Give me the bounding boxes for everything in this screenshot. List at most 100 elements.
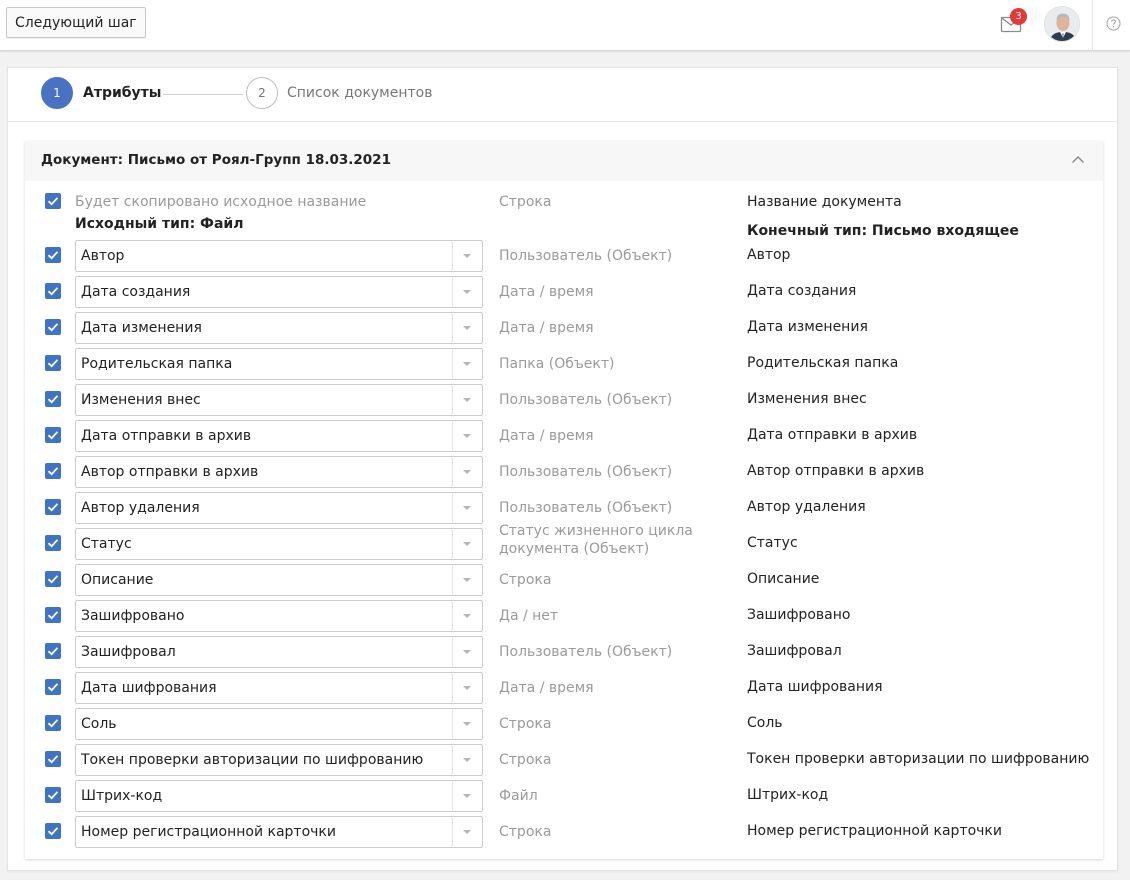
row-checkbox[interactable] <box>45 823 61 839</box>
select-value: Автор отправки в архив <box>81 464 259 480</box>
next-step-button[interactable]: Следующий шаг <box>6 7 146 38</box>
panel-header[interactable]: Документ: Письмо от Роял-Групп 18.03.202… <box>25 141 1103 181</box>
chevron-down-icon[interactable] <box>463 578 471 582</box>
chevron-down-icon[interactable] <box>463 722 471 726</box>
source-attribute-select[interactable]: Зашифровано <box>75 600 483 632</box>
document-title: Документ: Письмо от Роял-Групп 18.03.202… <box>41 152 391 168</box>
source-attribute-select[interactable]: Дата изменения <box>75 312 483 344</box>
select-divider <box>452 386 453 414</box>
select-divider <box>452 278 453 306</box>
row-checkbox[interactable] <box>45 571 61 587</box>
chevron-down-icon[interactable] <box>463 794 471 798</box>
step-1-indicator[interactable]: 1 <box>41 77 73 109</box>
step-1-label[interactable]: Атрибуты <box>83 85 161 101</box>
select-divider <box>452 458 453 486</box>
select-value: Штрих-код <box>81 788 163 804</box>
source-attribute-select[interactable]: Дата отправки в архив <box>75 420 483 452</box>
chevron-down-icon[interactable] <box>463 434 471 438</box>
select-divider <box>452 674 453 702</box>
chevron-down-icon[interactable] <box>463 686 471 690</box>
row-checkbox[interactable] <box>45 643 61 659</box>
chevron-down-icon[interactable] <box>463 470 471 474</box>
chevron-down-icon[interactable] <box>463 506 471 510</box>
select-divider <box>452 566 453 594</box>
select-value: Описание <box>81 572 154 588</box>
chevron-down-icon[interactable] <box>463 290 471 294</box>
notification-badge: 3 <box>1010 8 1027 25</box>
destination-type-label: Конечный тип: Письмо входящее <box>747 223 1019 239</box>
source-attribute-select[interactable]: Дата шифрования <box>75 672 483 704</box>
select-divider <box>452 638 453 666</box>
chevron-down-icon[interactable] <box>463 650 471 654</box>
row-checkbox[interactable] <box>45 427 61 443</box>
row-checkbox[interactable] <box>45 319 61 335</box>
row-checkbox[interactable] <box>45 247 61 263</box>
select-value: Дата изменения <box>81 320 202 336</box>
chevron-down-icon[interactable] <box>463 254 471 258</box>
attribute-type-text: Строка <box>499 824 552 840</box>
source-attribute-select[interactable]: Токен проверки авторизации по шифрованию <box>75 744 483 776</box>
attribute-type-text: Строка <box>499 752 552 768</box>
chevron-down-icon[interactable] <box>463 398 471 402</box>
source-attribute-select[interactable]: Зашифровал <box>75 636 483 668</box>
source-attribute-select[interactable]: Автор отправки в архив <box>75 456 483 488</box>
chevron-down-icon[interactable] <box>463 614 471 618</box>
source-attribute-select[interactable]: Соль <box>75 708 483 740</box>
chevron-down-icon[interactable] <box>463 830 471 834</box>
select-value: Дата отправки в архив <box>81 428 252 444</box>
row-checkbox[interactable] <box>45 787 61 803</box>
attribute-type-text: Дата / время <box>499 680 594 696</box>
chevron-down-icon[interactable] <box>463 326 471 330</box>
source-attribute-select[interactable]: Автор <box>75 240 483 272</box>
source-attribute-select[interactable]: Описание <box>75 564 483 596</box>
source-attribute-select[interactable]: Статус <box>75 528 483 560</box>
row-checkbox[interactable] <box>45 751 61 767</box>
destination-attribute-text: Родительская папка <box>747 355 899 371</box>
attribute-type-text: Файл <box>499 788 538 804</box>
select-value: Зашифровано <box>81 608 185 624</box>
top-toolbar: Следующий шаг 3 <box>0 0 1130 51</box>
source-name-note: Будет скопировано исходное название <box>75 194 367 210</box>
destination-attribute-text: Зашифровал <box>747 643 842 659</box>
select-divider <box>452 746 453 774</box>
select-value: Родительская папка <box>81 356 233 372</box>
destination-attribute-text: Дата отправки в архив <box>747 427 918 443</box>
user-avatar[interactable] <box>1044 6 1080 42</box>
attribute-type-text: Папка (Объект) <box>499 356 615 372</box>
source-attribute-select[interactable]: Автор удаления <box>75 492 483 524</box>
row-checkbox[interactable] <box>45 499 61 515</box>
chevron-down-icon[interactable] <box>463 362 471 366</box>
row-checkbox[interactable] <box>45 607 61 623</box>
select-divider <box>452 530 453 558</box>
destination-attribute-text: Дата шифрования <box>747 679 883 695</box>
row-checkbox[interactable] <box>45 355 61 371</box>
step-2-label[interactable]: Список документов <box>287 85 432 101</box>
row-checkbox[interactable] <box>45 535 61 551</box>
attribute-type-text: Пользователь (Объект) <box>499 248 673 264</box>
step-2-indicator[interactable]: 2 <box>246 77 278 109</box>
chevron-up-icon[interactable] <box>1071 153 1085 167</box>
chevron-down-icon[interactable] <box>463 758 471 762</box>
step-connector <box>163 94 243 95</box>
chevron-down-icon[interactable] <box>463 542 471 546</box>
help-icon[interactable] <box>1106 16 1121 31</box>
destination-attribute-text: Статус <box>747 535 798 551</box>
destination-attribute-text: Автор удаления <box>747 499 866 515</box>
name-copy-checkbox[interactable] <box>45 193 61 209</box>
source-attribute-select[interactable]: Штрих-код <box>75 780 483 812</box>
select-divider <box>452 710 453 738</box>
source-attribute-select[interactable]: Изменения внес <box>75 384 483 416</box>
source-attribute-select[interactable]: Родительская папка <box>75 348 483 380</box>
row-checkbox[interactable] <box>45 283 61 299</box>
row-checkbox[interactable] <box>45 679 61 695</box>
destination-attribute-text: Зашифровано <box>747 607 851 623</box>
destination-attribute-text: Автор <box>747 247 791 263</box>
row-checkbox[interactable] <box>45 391 61 407</box>
row-checkbox[interactable] <box>45 715 61 731</box>
select-divider <box>452 314 453 342</box>
attribute-type-text: Пользователь (Объект) <box>499 464 673 480</box>
source-attribute-select[interactable]: Дата создания <box>75 276 483 308</box>
destination-attribute-text: Токен проверки авторизации по шифрованию <box>747 751 1090 767</box>
row-checkbox[interactable] <box>45 463 61 479</box>
source-attribute-select[interactable]: Номер регистрационной карточки <box>75 816 483 848</box>
